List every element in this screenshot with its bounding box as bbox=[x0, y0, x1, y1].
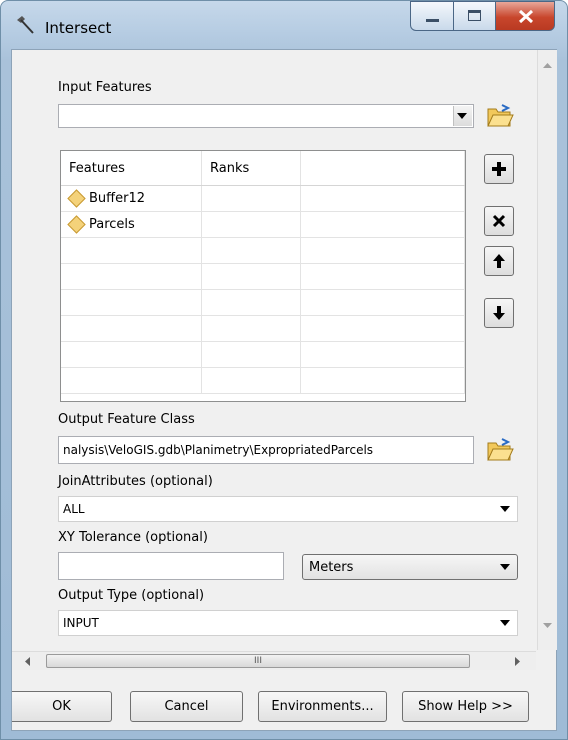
join-attributes-label: JoinAttributes (optional) bbox=[58, 474, 213, 489]
table-row-empty bbox=[61, 263, 465, 290]
feature-layer-icon bbox=[67, 215, 86, 234]
scroll-down-arrow-icon[interactable] bbox=[538, 616, 557, 635]
chevron-down-icon bbox=[500, 506, 510, 512]
feature-rank[interactable] bbox=[201, 211, 301, 238]
scroll-right-arrow-icon[interactable] bbox=[508, 652, 527, 671]
vertical-scrollbar[interactable] bbox=[537, 50, 557, 650]
output-browse-button[interactable] bbox=[484, 434, 516, 466]
maximize-icon bbox=[468, 10, 481, 21]
output-type-label: Output Type (optional) bbox=[58, 588, 205, 603]
scroll-left-arrow-icon[interactable] bbox=[18, 652, 37, 671]
hammer-icon bbox=[13, 13, 37, 37]
move-down-button[interactable] bbox=[484, 298, 514, 328]
intersect-dialog: Intersect Input Features Features Ranks … bbox=[0, 0, 568, 740]
output-type-select[interactable]: INPUT bbox=[58, 610, 518, 636]
output-type-value: INPUT bbox=[63, 616, 99, 630]
minimize-button[interactable] bbox=[410, 1, 454, 31]
close-button[interactable] bbox=[495, 1, 555, 31]
parameters-panel: Input Features Features Ranks Buffer12 P… bbox=[12, 50, 536, 650]
chevron-down-icon bbox=[500, 564, 510, 570]
column-header-ranks[interactable]: Ranks bbox=[201, 151, 301, 186]
feature-name: Buffer12 bbox=[89, 191, 145, 206]
open-folder-icon bbox=[487, 104, 514, 127]
input-features-combo[interactable] bbox=[58, 104, 474, 128]
open-folder-icon bbox=[487, 438, 514, 461]
show-help-button[interactable]: Show Help >> bbox=[402, 691, 529, 722]
output-feature-class-value: nalysis\VeloGIS.gdb\Planimetry\Expropria… bbox=[63, 443, 374, 457]
scroll-up-arrow-icon[interactable] bbox=[538, 56, 557, 75]
arrow-down-icon bbox=[493, 306, 505, 320]
output-feature-class-label: Output Feature Class bbox=[58, 412, 195, 427]
column-header-features[interactable]: Features bbox=[61, 151, 202, 186]
chevron-down-icon bbox=[457, 113, 467, 119]
feature-layer-icon bbox=[67, 189, 86, 208]
cancel-button[interactable]: Cancel bbox=[130, 691, 243, 722]
table-row-empty bbox=[61, 341, 465, 368]
horizontal-scrollbar[interactable]: III bbox=[12, 651, 536, 671]
output-feature-class-field[interactable]: nalysis\VeloGIS.gdb\Planimetry\Expropria… bbox=[58, 436, 474, 464]
title-bar[interactable]: Intersect bbox=[1, 1, 567, 47]
table-row-empty bbox=[61, 289, 465, 316]
xy-tolerance-unit-value: Meters bbox=[309, 560, 354, 575]
arrow-up-icon bbox=[493, 254, 505, 268]
features-table[interactable]: Features Ranks Buffer12 Parcels bbox=[60, 150, 466, 402]
ok-button[interactable]: OK bbox=[12, 691, 112, 722]
table-row[interactable]: Buffer12 bbox=[61, 185, 465, 212]
window-title: Intersect bbox=[45, 19, 112, 37]
remove-row-button[interactable] bbox=[484, 206, 514, 236]
feature-rank[interactable] bbox=[201, 185, 301, 212]
button-bar: OK Cancel Environments... Show Help >> bbox=[12, 670, 556, 730]
xy-tolerance-label: XY Tolerance (optional) bbox=[58, 530, 208, 545]
scrollbar-thumb[interactable]: III bbox=[46, 654, 470, 668]
table-row-empty bbox=[61, 237, 465, 264]
plus-icon bbox=[492, 162, 506, 176]
dropdown-button[interactable] bbox=[453, 106, 472, 126]
minimize-icon bbox=[426, 19, 439, 22]
table-row-empty bbox=[61, 367, 465, 394]
environments-button[interactable]: Environments... bbox=[258, 691, 387, 722]
join-attributes-value: ALL bbox=[63, 502, 85, 516]
xy-tolerance-input[interactable] bbox=[58, 552, 284, 580]
column-header-empty bbox=[300, 151, 465, 186]
x-icon bbox=[492, 214, 506, 228]
dialog-client: Input Features Features Ranks Buffer12 P… bbox=[11, 49, 557, 731]
maximize-button[interactable] bbox=[453, 1, 496, 31]
table-row-empty bbox=[61, 315, 465, 342]
close-icon bbox=[518, 9, 534, 24]
feature-name: Parcels bbox=[89, 217, 135, 232]
xy-tolerance-unit-select[interactable]: Meters bbox=[302, 554, 518, 580]
table-row[interactable]: Parcels bbox=[61, 211, 465, 238]
move-up-button[interactable] bbox=[484, 246, 514, 276]
chevron-down-icon bbox=[500, 620, 510, 626]
join-attributes-select[interactable]: ALL bbox=[58, 496, 518, 522]
table-header: Features Ranks bbox=[61, 151, 465, 186]
input-features-browse-button[interactable] bbox=[484, 100, 516, 132]
input-features-label: Input Features bbox=[58, 80, 152, 95]
scrollbar-grip: III bbox=[254, 656, 262, 666]
add-row-button[interactable] bbox=[484, 154, 514, 184]
